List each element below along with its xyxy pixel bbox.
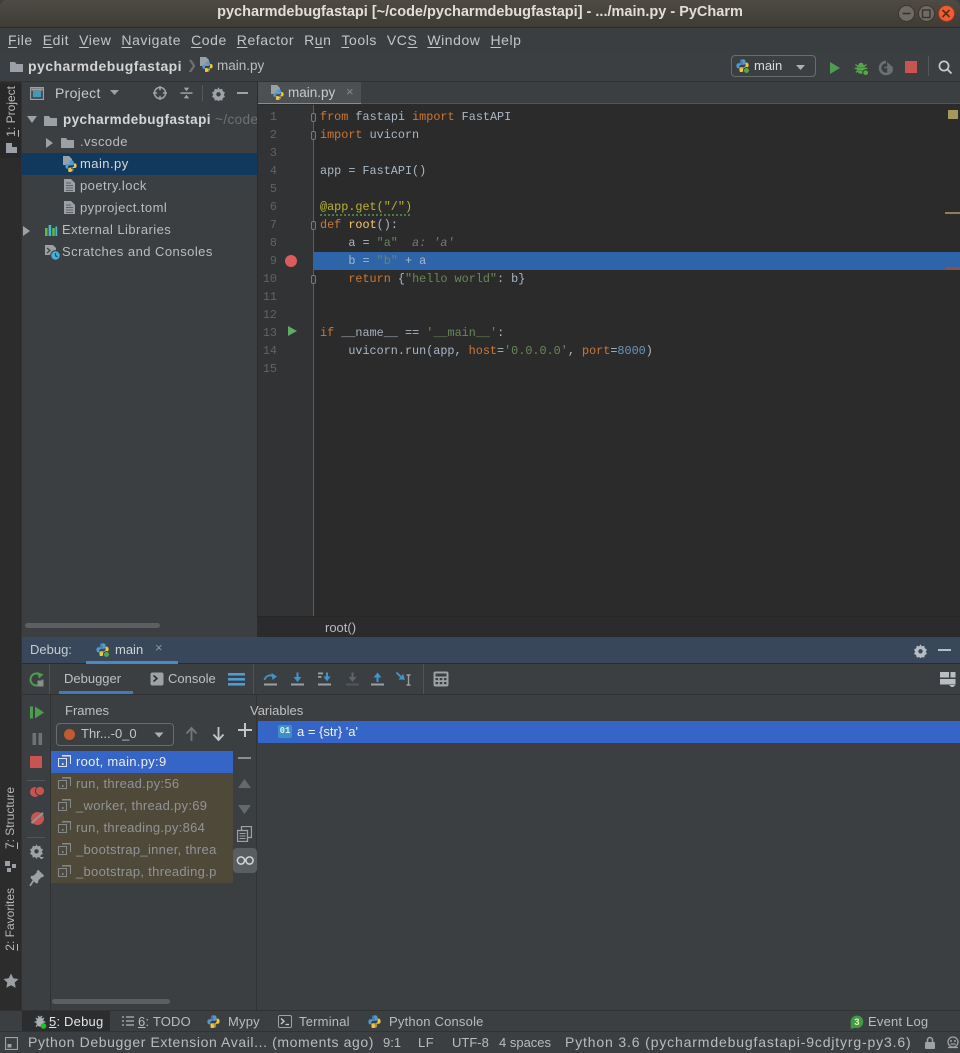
svg-text:3: 3 bbox=[854, 1017, 859, 1028]
